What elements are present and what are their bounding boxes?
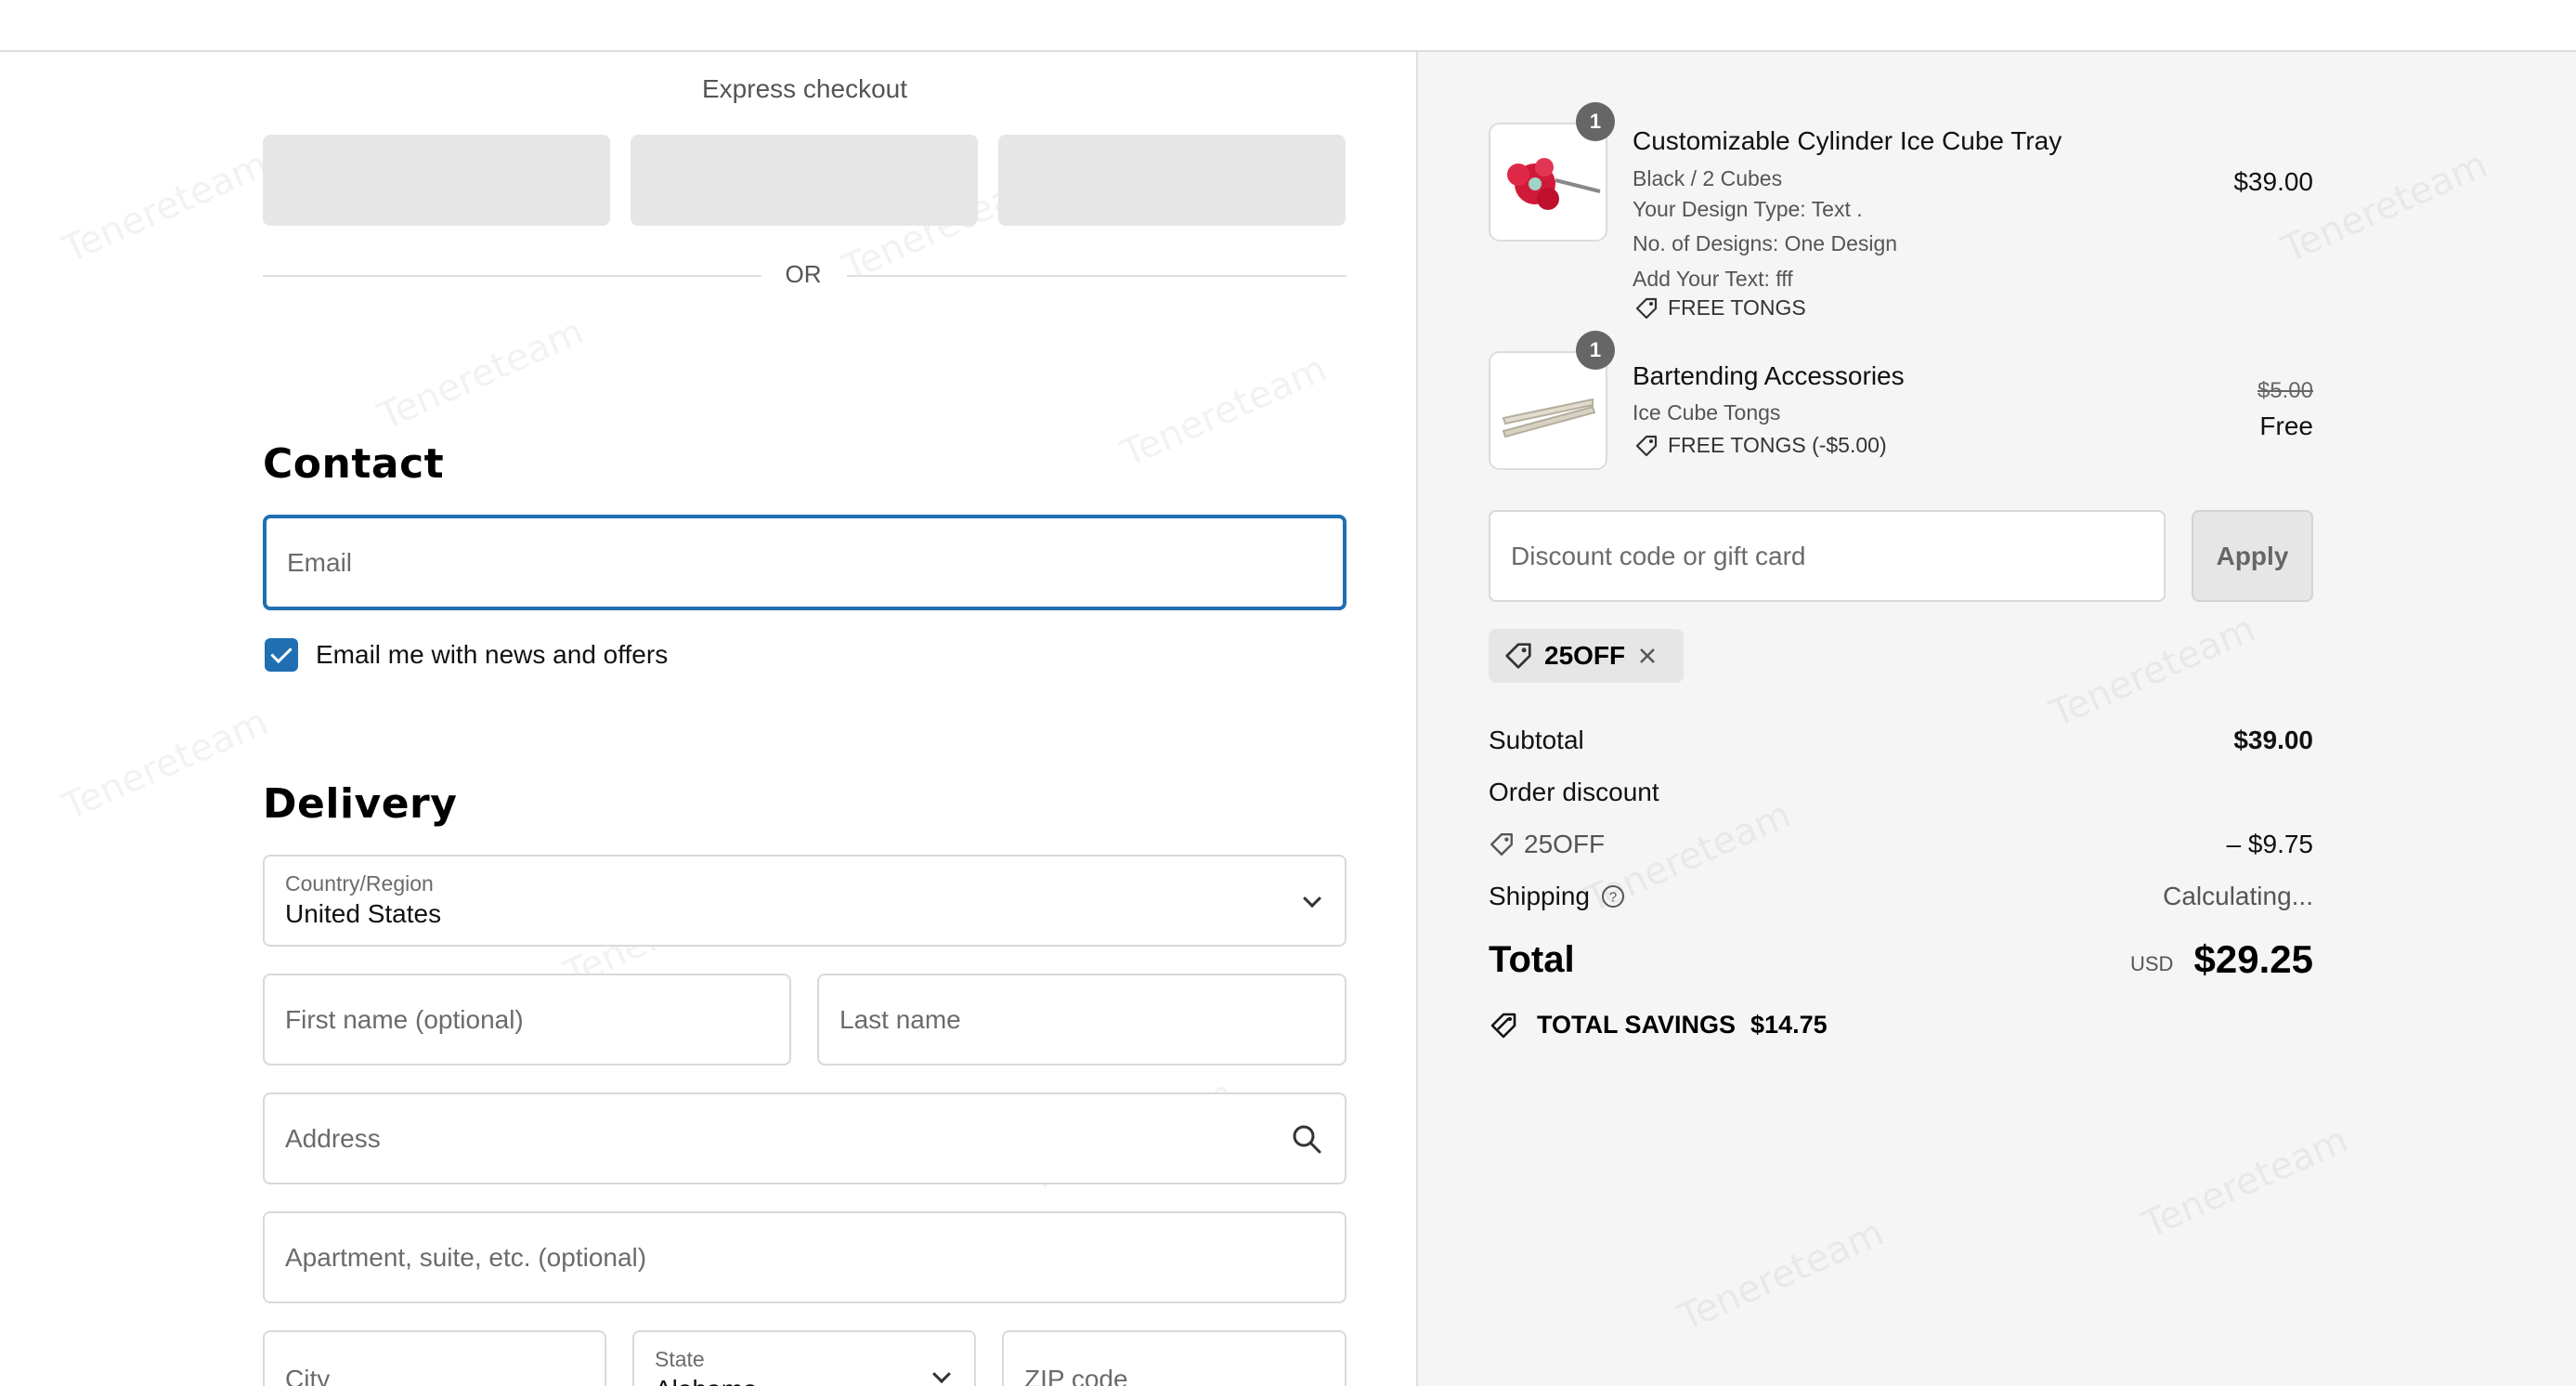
zip-input[interactable] bbox=[1004, 1332, 1345, 1386]
item-variant: Ice Cube Tongs bbox=[1633, 400, 1781, 425]
tag-icon bbox=[1490, 833, 1513, 856]
email-input[interactable] bbox=[267, 518, 1343, 607]
contact-heading: Contact bbox=[263, 440, 445, 488]
item-name: Bartending Accessories bbox=[1633, 361, 1905, 390]
express-pay-button-1[interactable] bbox=[263, 135, 610, 226]
savings-value: $14.75 bbox=[1750, 1010, 1828, 1039]
tag-icon bbox=[1635, 435, 1658, 456]
delivery-heading: Delivery bbox=[263, 780, 458, 828]
summary-discount-code: 25OFF bbox=[1524, 830, 1606, 858]
tag-icon bbox=[1635, 297, 1658, 319]
ice-tray-image bbox=[1507, 158, 1601, 210]
applied-code-label: 25OFF bbox=[1544, 641, 1626, 670]
item-detail: No. of Designs: One Design bbox=[1633, 231, 1898, 255]
last-name-field[interactable] bbox=[817, 974, 1347, 1066]
newsletter-label: Email me with news and offers bbox=[316, 640, 669, 669]
shipping-label: Shipping bbox=[1489, 882, 1590, 910]
savings-label: TOTAL SAVINGS bbox=[1537, 1010, 1737, 1039]
subtotal-label: Subtotal bbox=[1489, 726, 1584, 754]
quantity-badge: 1 bbox=[1576, 331, 1615, 370]
discount-code-cell: 25OFF bbox=[1489, 830, 1605, 859]
item-price: $39.00 bbox=[2233, 167, 2313, 196]
item-price: Free bbox=[2259, 412, 2313, 440]
state-value: Alabama bbox=[655, 1375, 758, 1386]
total-label: Total bbox=[1489, 939, 1575, 980]
newsletter-checkbox[interactable] bbox=[265, 638, 298, 672]
tag-icon bbox=[1505, 643, 1531, 669]
item-tag-label: FREE TONGS bbox=[1668, 295, 1806, 320]
discount-code-row: 25OFF – $9.75 bbox=[1489, 830, 2313, 864]
item-discount-tag: FREE TONGS bbox=[1634, 295, 1806, 320]
search-icon[interactable] bbox=[1291, 1123, 1322, 1155]
item-detail: Your Design Type: Text . bbox=[1633, 197, 1863, 221]
item-detail: Add Your Text: fff bbox=[1633, 267, 1793, 291]
country-value: United States bbox=[285, 899, 442, 928]
address-input[interactable] bbox=[265, 1094, 1345, 1183]
remove-code-icon[interactable] bbox=[1636, 645, 1659, 667]
chevron-down-icon bbox=[932, 1364, 951, 1383]
item-variant: Black / 2 Cubes bbox=[1633, 166, 1783, 190]
divider-right bbox=[847, 275, 1347, 277]
shipping-row: Shipping ? Calculating... bbox=[1489, 882, 2313, 911]
state-label: State bbox=[655, 1347, 705, 1371]
currency-code: USD bbox=[2130, 952, 2174, 975]
email-field[interactable] bbox=[263, 515, 1347, 610]
quantity-badge: 1 bbox=[1576, 102, 1615, 141]
shipping-value: Calculating... bbox=[2163, 882, 2313, 910]
country-select[interactable]: Country/Region United States bbox=[263, 855, 1347, 947]
chevron-down-icon bbox=[1303, 888, 1321, 908]
total-savings-row: TOTAL SAVINGS $14.75 bbox=[1489, 1009, 1828, 1040]
discount-code-input[interactable] bbox=[1490, 512, 2164, 600]
applied-discount-chip: 25OFF bbox=[1489, 629, 1684, 683]
shipping-cell: Shipping ? bbox=[1489, 882, 1625, 911]
zip-field[interactable] bbox=[1002, 1330, 1347, 1386]
order-discount-row: Order discount bbox=[1489, 778, 2313, 807]
item-name: Customizable Cylinder Ice Cube Tray bbox=[1633, 126, 2062, 155]
top-header-bar bbox=[0, 0, 2576, 52]
express-pay-button-3[interactable] bbox=[998, 135, 1346, 226]
divider-left bbox=[263, 275, 761, 277]
order-summary-panel bbox=[1416, 52, 2576, 1386]
country-label: Country/Region bbox=[285, 871, 434, 896]
apply-discount-button[interactable]: Apply bbox=[2192, 510, 2313, 602]
tongs-image bbox=[1502, 398, 1596, 438]
city-field[interactable] bbox=[263, 1330, 606, 1386]
help-icon[interactable]: ? bbox=[1601, 884, 1625, 909]
express-pay-button-2[interactable] bbox=[631, 135, 978, 226]
first-name-input[interactable] bbox=[265, 975, 789, 1064]
item-original-price: $5.00 bbox=[2257, 378, 2313, 403]
subtotal-value: $39.00 bbox=[2233, 726, 2313, 754]
express-checkout-title: Express checkout bbox=[702, 74, 907, 103]
state-select[interactable]: State Alabama bbox=[632, 1330, 976, 1386]
total-value: $29.25 bbox=[2193, 937, 2313, 981]
item-tag-label: FREE TONGS (-$5.00) bbox=[1668, 433, 1887, 457]
savings-tag-icon bbox=[1490, 1013, 1516, 1039]
apartment-input[interactable] bbox=[265, 1213, 1345, 1301]
address-field[interactable] bbox=[263, 1092, 1347, 1184]
apartment-field[interactable] bbox=[263, 1211, 1347, 1303]
item-discount-tag: FREE TONGS (-$5.00) bbox=[1634, 433, 1887, 458]
svg-text:?: ? bbox=[1609, 890, 1617, 906]
discount-value: – $9.75 bbox=[2226, 830, 2313, 858]
last-name-input[interactable] bbox=[819, 975, 1345, 1064]
discount-code-field[interactable] bbox=[1489, 510, 2166, 602]
subtotal-row: Subtotal $39.00 bbox=[1489, 726, 2313, 755]
first-name-field[interactable] bbox=[263, 974, 791, 1066]
or-divider-label: OR bbox=[785, 260, 822, 288]
order-discount-label: Order discount bbox=[1489, 778, 1659, 806]
checkout-form-panel bbox=[0, 52, 1416, 1386]
city-input[interactable] bbox=[265, 1332, 605, 1386]
